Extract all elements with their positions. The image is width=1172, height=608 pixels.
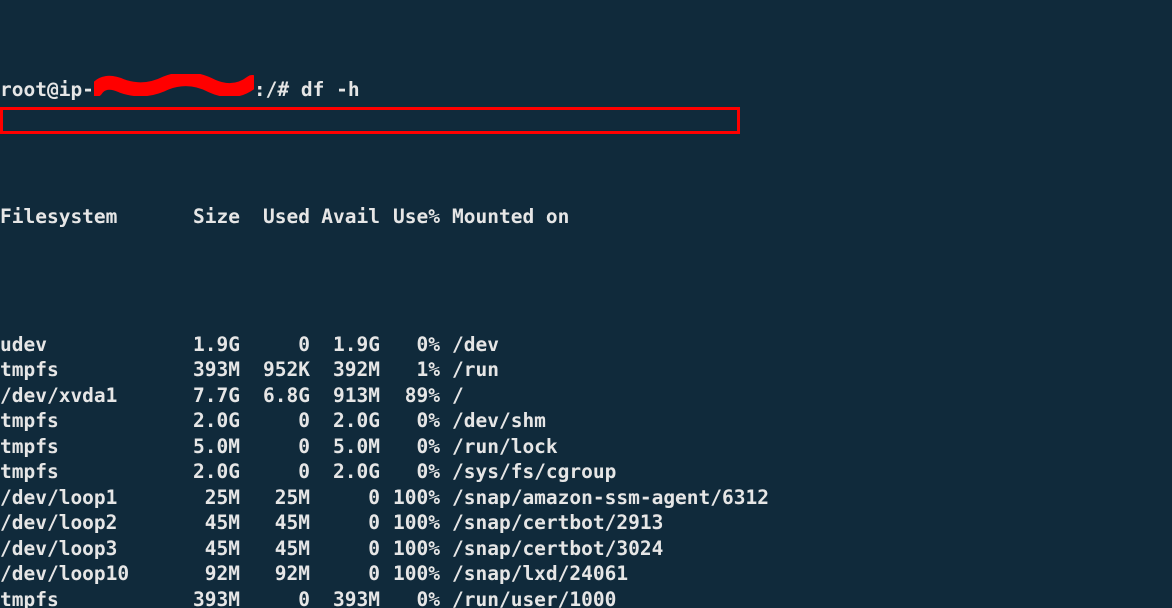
cell-mount: /dev <box>440 332 499 358</box>
cell-filesystem: tmpfs <box>0 408 170 434</box>
cell-mount: /snap/certbot/3024 <box>440 536 663 562</box>
cell-filesystem: /dev/loop1 <box>0 485 170 511</box>
cell-mount: /snap/lxd/24061 <box>440 561 628 587</box>
df-row: tmpfs393M0393M0%/run/user/1000 <box>0 587 1172 608</box>
prompt-suffix: :/# <box>254 77 301 103</box>
cell-size: 7.7G <box>170 383 240 409</box>
df-row: tmpfs5.0M05.0M0%/run/lock <box>0 434 1172 460</box>
cell-avail: 393M <box>310 587 380 608</box>
cell-filesystem: /dev/loop2 <box>0 510 170 536</box>
cell-avail: 0 <box>310 485 380 511</box>
cell-usepct: 0% <box>380 587 440 608</box>
cell-used: 45M <box>240 536 310 562</box>
prompt-line-1: root@ip- :/# df -h <box>0 77 1172 103</box>
header-size: Size <box>170 204 240 230</box>
df-row: tmpfs2.0G02.0G0%/sys/fs/cgroup <box>0 459 1172 485</box>
cell-mount: /sys/fs/cgroup <box>440 459 616 485</box>
cell-used: 0 <box>240 459 310 485</box>
df-row: /dev/loop125M25M0100%/snap/amazon-ssm-ag… <box>0 485 1172 511</box>
header-usepct: Use% <box>380 204 440 230</box>
highlight-rectangle-icon <box>0 107 740 134</box>
cell-usepct: 0% <box>380 459 440 485</box>
df-row: /dev/loop245M45M0100%/snap/certbot/2913 <box>0 510 1172 536</box>
cell-usepct: 100% <box>380 561 440 587</box>
cell-filesystem: /dev/xvda1 <box>0 383 170 409</box>
terminal-output[interactable]: root@ip- :/# df -h FilesystemSizeUsedAvai… <box>0 0 1172 608</box>
header-mounted-on: Mounted on <box>440 204 569 230</box>
cell-filesystem: udev <box>0 332 170 358</box>
cell-used: 0 <box>240 434 310 460</box>
cell-used: 45M <box>240 510 310 536</box>
cell-avail: 5.0M <box>310 434 380 460</box>
cell-mount: /snap/amazon-ssm-agent/6312 <box>440 485 769 511</box>
cell-size: 393M <box>170 357 240 383</box>
cell-usepct: 100% <box>380 510 440 536</box>
command-text: df -h <box>301 77 360 103</box>
cell-filesystem: /dev/loop10 <box>0 561 170 587</box>
prompt-user-host: root@ip- <box>0 77 94 103</box>
cell-usepct: 89% <box>380 383 440 409</box>
header-filesystem: Filesystem <box>0 204 170 230</box>
df-row: /dev/loop1092M92M0100%/snap/lxd/24061 <box>0 561 1172 587</box>
cell-used: 6.8G <box>240 383 310 409</box>
cell-avail: 0 <box>310 510 380 536</box>
cell-size: 45M <box>170 510 240 536</box>
df-row: tmpfs2.0G02.0G0%/dev/shm <box>0 408 1172 434</box>
df-row: tmpfs393M952K392M1%/run <box>0 357 1172 383</box>
cell-used: 92M <box>240 561 310 587</box>
cell-size: 393M <box>170 587 240 608</box>
cell-used: 0 <box>240 408 310 434</box>
cell-mount: /run <box>440 357 499 383</box>
df-row: /dev/loop345M45M0100%/snap/certbot/3024 <box>0 536 1172 562</box>
cell-usepct: 0% <box>380 408 440 434</box>
cell-size: 2.0G <box>170 459 240 485</box>
cell-size: 25M <box>170 485 240 511</box>
cell-avail: 913M <box>310 383 380 409</box>
cell-used: 25M <box>240 485 310 511</box>
header-used: Used <box>240 204 310 230</box>
cell-avail: 1.9G <box>310 332 380 358</box>
cell-usepct: 100% <box>380 485 440 511</box>
df-header-row: FilesystemSizeUsedAvailUse%Mounted on <box>0 204 1172 230</box>
cell-size: 2.0G <box>170 408 240 434</box>
cell-avail: 2.0G <box>310 408 380 434</box>
redacted-hostname-icon <box>94 74 254 100</box>
cell-mount: /snap/certbot/2913 <box>440 510 663 536</box>
df-row: /dev/xvda17.7G6.8G913M89%/ <box>0 383 1172 409</box>
cell-mount: /dev/shm <box>440 408 546 434</box>
cell-filesystem: tmpfs <box>0 587 170 608</box>
cell-used: 952K <box>240 357 310 383</box>
cell-filesystem: tmpfs <box>0 459 170 485</box>
cell-size: 1.9G <box>170 332 240 358</box>
cell-mount: /run/lock <box>440 434 558 460</box>
cell-avail: 2.0G <box>310 459 380 485</box>
cell-mount: /run/user/1000 <box>440 587 616 608</box>
cell-size: 45M <box>170 536 240 562</box>
cell-usepct: 0% <box>380 332 440 358</box>
cell-usepct: 100% <box>380 536 440 562</box>
cell-used: 0 <box>240 587 310 608</box>
cell-avail: 0 <box>310 536 380 562</box>
cell-size: 92M <box>170 561 240 587</box>
cell-size: 5.0M <box>170 434 240 460</box>
cell-usepct: 1% <box>380 357 440 383</box>
cell-filesystem: /dev/loop3 <box>0 536 170 562</box>
cell-used: 0 <box>240 332 310 358</box>
cell-filesystem: tmpfs <box>0 357 170 383</box>
df-row: udev1.9G01.9G0%/dev <box>0 332 1172 358</box>
cell-avail: 0 <box>310 561 380 587</box>
cell-usepct: 0% <box>380 434 440 460</box>
header-avail: Avail <box>310 204 380 230</box>
cell-avail: 392M <box>310 357 380 383</box>
cell-mount: / <box>440 383 464 409</box>
cell-filesystem: tmpfs <box>0 434 170 460</box>
